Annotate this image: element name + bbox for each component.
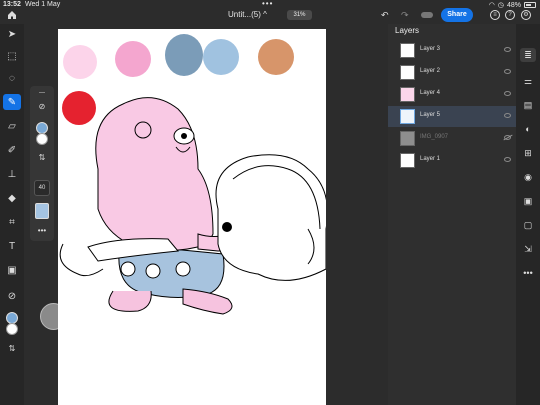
status-date: Wed 1 May [25, 1, 61, 8]
palette-swatch [203, 39, 239, 75]
layers-stack-icon[interactable]: ≣ [520, 48, 536, 62]
eyedropper-icon[interactable]: ⊘ [3, 288, 21, 304]
layer-row[interactable]: Layer 1 [388, 150, 516, 171]
share-button[interactable]: Share [441, 8, 473, 22]
brush-preview-swatch[interactable] [35, 203, 49, 219]
mask-icon[interactable]: ◐ [520, 122, 536, 136]
layer-name: IMG_0907 [420, 134, 449, 140]
palette-swatch [115, 41, 151, 77]
cloud-icon[interactable] [421, 12, 433, 18]
document-title[interactable]: Untit...(5) ^ [228, 10, 267, 19]
app-window: 13:52 Wed 1 May ••• ◠ ◷ 48% Untit...(5) … [0, 0, 540, 405]
merge-icon[interactable]: ⇲ [520, 242, 536, 256]
undo-icon[interactable]: ↶ [381, 10, 389, 21]
layer-thumbnail [400, 109, 415, 124]
more-layer-options-icon[interactable]: ••• [520, 266, 536, 280]
flyout-bg-swatch[interactable] [36, 133, 48, 145]
visibility-eye-icon[interactable] [504, 47, 511, 52]
smudge-tool-icon[interactable]: ✐ [3, 142, 21, 158]
redo-icon[interactable]: ↷ [401, 10, 409, 21]
brush-size-field[interactable]: 40 [34, 180, 50, 196]
layer-thumbnail [400, 43, 415, 58]
flyout-swap-icon[interactable]: ⇅ [35, 153, 49, 165]
learn-icon[interactable]: ≡ [490, 10, 500, 20]
flyout-handle-icon[interactable]: — [35, 90, 49, 102]
left-toolbar: ➤ ⬚ ◌ ✎ ▱ ✐ ⊥ ◆ ⌗ T ▣ ⊘ ⇅ [0, 24, 24, 405]
palette-swatch [258, 39, 294, 75]
eraser-tool-icon[interactable]: ▱ [3, 118, 21, 134]
visibility-hidden-icon[interactable] [504, 135, 511, 140]
background-color-swatch[interactable] [6, 323, 18, 335]
layer-name: Layer 5 [420, 112, 441, 118]
layer-name: Layer 1 [420, 156, 441, 162]
top-toolbar: Untit...(5) ^ 31% ↶ ↷ Share ≡ ? ⚙ [0, 8, 540, 23]
palette-swatch [63, 45, 97, 79]
zoom-level[interactable]: 31% [287, 10, 312, 20]
visibility-eye-icon[interactable] [504, 91, 511, 96]
layer-name: Layer 4 [420, 90, 441, 96]
palette-swatch [62, 91, 96, 125]
layer-thumbnail [400, 131, 415, 146]
artwork [59, 34, 326, 315]
crop-tool-icon[interactable]: ⌗ [3, 214, 21, 230]
fill-tool-icon[interactable]: ◆ [3, 190, 21, 206]
home-icon[interactable] [6, 9, 18, 21]
layers-panel: Layers Layer 3 Layer 2 Layer 4 Layer 5 I… [388, 24, 516, 405]
more-options-icon[interactable]: ••• [35, 226, 49, 238]
help-icon[interactable]: ? [505, 10, 515, 20]
status-time: 13:52 [3, 1, 21, 8]
lasso-tool-icon[interactable]: ◌ [3, 70, 21, 86]
move-tool-icon[interactable]: ➤ [3, 26, 21, 42]
layer-row-selected[interactable]: Layer 5 [388, 106, 516, 127]
layer-thumbnail [400, 87, 415, 102]
eyedropper-small-icon[interactable]: ⊘ [35, 102, 49, 114]
multitasking-dots-icon[interactable]: ••• [262, 0, 273, 8]
visibility-eye-icon[interactable] [504, 113, 511, 118]
layer-name: Layer 2 [420, 68, 441, 74]
place-image-icon[interactable]: ▣ [3, 262, 21, 278]
clone-stamp-icon[interactable]: ⊥ [3, 166, 21, 182]
swap-colors-icon[interactable]: ⇅ [3, 340, 21, 356]
brush-tool-icon[interactable]: ✎ [3, 94, 21, 110]
visibility-eye-icon[interactable] [504, 69, 511, 74]
transform-tool-icon[interactable]: ⬚ [3, 48, 21, 64]
visibility-eye-icon[interactable] [504, 157, 511, 162]
settings-icon[interactable]: ⚙ [521, 10, 531, 20]
layer-row[interactable]: Layer 2 [388, 62, 516, 83]
layer-thumbnail [400, 153, 415, 168]
properties-icon[interactable]: ⚌ [520, 74, 536, 88]
type-tool-icon[interactable]: T [3, 238, 21, 254]
layer-thumbnail [400, 65, 415, 80]
adjustments-icon[interactable]: ▤ [520, 98, 536, 112]
layer-row[interactable]: Layer 3 [388, 40, 516, 61]
right-toolbar: ≣ ⚌ ▤ ◐ ⊞ ◉ ▣ ▢ ⇲ ••• [516, 24, 540, 405]
clipping-mask-icon[interactable]: ▢ [520, 218, 536, 232]
layers-panel-title: Layers [395, 26, 420, 35]
drawing-canvas[interactable] [58, 29, 326, 405]
layer-row[interactable]: Layer 4 [388, 84, 516, 105]
layer-mask-icon[interactable]: ▣ [520, 194, 536, 208]
visibility-icon[interactable]: ◉ [520, 170, 536, 184]
layer-row[interactable]: IMG_0907 [388, 128, 516, 149]
brush-options-flyout: — ⊘ ⇅ 40 ••• [30, 86, 54, 241]
palette-swatch [165, 34, 203, 76]
layer-name: Layer 3 [420, 46, 441, 52]
add-layer-icon[interactable]: ⊞ [520, 146, 536, 160]
